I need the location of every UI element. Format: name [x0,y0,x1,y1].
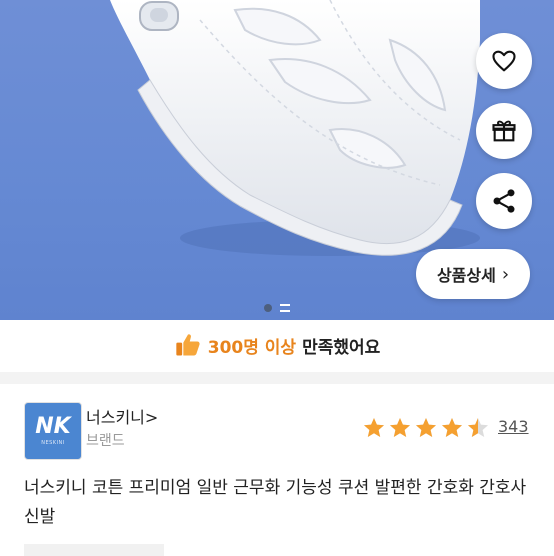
star-icon [416,418,436,437]
star-icon [390,418,410,437]
brand-subtitle: 브랜드 [86,433,125,449]
heart-icon [492,50,516,72]
satisfaction-count: 300명 이상 [207,337,297,358]
share-icon [493,189,515,213]
brand-logo[interactable]: NK NESKINI [24,402,82,460]
brand-logo-mark: NK [35,414,71,439]
wishlist-button[interactable] [476,33,532,89]
product-title: 너스키니 코튼 프리미엄 일반 근무화 기능성 쿠션 발편한 간호화 간호사 신… [24,478,527,527]
star-icon [364,418,384,437]
star-icon [442,418,462,437]
product-image-carousel[interactable]: 상품상세 › [0,0,554,320]
brand-name: 너스키니 [86,408,145,427]
price-row-placeholder [24,544,164,556]
section-divider [0,372,554,384]
satisfaction-banner: 300명 이상 만족했어요 [0,320,554,370]
product-detail-button[interactable]: 상품상세 › [416,249,530,299]
review-count-link[interactable]: 343 [498,417,529,436]
satisfaction-text: 만족했어요 [302,337,381,358]
chevron-right-icon: > [144,408,159,427]
carousel-pager[interactable] [0,302,554,314]
pager-dot[interactable] [264,304,272,312]
gift-icon [492,120,516,142]
gift-button[interactable] [476,103,532,159]
rating-stars[interactable] [362,416,490,440]
share-button[interactable] [476,173,532,229]
thumbs-up-icon [176,334,200,356]
brand-logo-caption: NESKINI [41,440,65,446]
brand-name-link[interactable]: 너스키니> [86,404,158,428]
pager-menu-icon[interactable] [280,304,290,312]
product-detail-label: 상품상세 [436,266,496,285]
star-icon [468,418,488,437]
chevron-right-icon: › [501,263,510,285]
